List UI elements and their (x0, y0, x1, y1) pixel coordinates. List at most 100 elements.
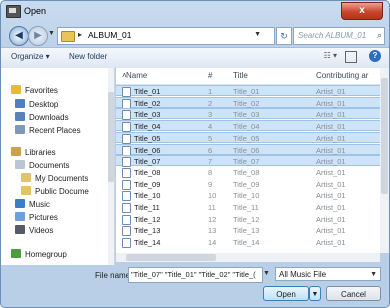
nav-item[interactable]: Desktop (15, 99, 58, 111)
file-name-input[interactable]: "Title_07" "Title_01" "Title_02" "Title_… (128, 267, 263, 283)
forward-arrow-icon: ▶ (34, 30, 42, 41)
column-artist[interactable]: Contributing ar (316, 71, 368, 80)
nav-item-icon (15, 99, 25, 108)
nav-item-label: Downloads (29, 113, 69, 122)
help-icon[interactable]: ? (369, 50, 381, 62)
file-row[interactable]: Title_08 8 Title_08 Artist_01 (116, 167, 380, 178)
nav-item-icon (15, 225, 25, 234)
file-row[interactable]: Title_11 11 Title_11 Artist_01 (116, 202, 380, 213)
open-dropdown-button[interactable]: ▼ (309, 286, 321, 301)
nav-item[interactable]: Public Docume (21, 186, 89, 198)
view-options-icon[interactable]: ☷ ▾ (324, 51, 337, 60)
address-bar[interactable]: ▸ ALBUM_01 ▼ (57, 27, 275, 45)
file-row[interactable]: Title_06 6 Title_06 Artist_01 (116, 143, 380, 156)
file-list-hscrollbar[interactable] (116, 253, 380, 262)
new-folder-button[interactable]: New folder (69, 52, 107, 61)
artist-cell: Artist_01 (316, 238, 346, 248)
scroll-thumb[interactable] (381, 78, 388, 194)
close-button[interactable]: x (341, 2, 383, 20)
file-row[interactable]: Title_05 5 Title_05 Artist_01 (116, 131, 380, 144)
file-name-cell: Title_06 (134, 145, 161, 155)
back-button[interactable]: ◀ (9, 26, 29, 46)
file-row[interactable]: Title_13 13 Title_13 Artist_01 (116, 225, 380, 237)
nav-item-icon (21, 186, 31, 195)
nav-item[interactable]: Pictures (15, 212, 58, 224)
file-row[interactable]: Title_04 4 Title_04 Artist_01 (116, 120, 380, 133)
path-separator-icon[interactable]: ▸ (78, 30, 82, 39)
nav-item[interactable]: Music (15, 199, 50, 211)
file-name-cell: Title_08 (134, 167, 161, 177)
artist-cell: Artist_01 (316, 122, 346, 132)
file-row[interactable]: Title_10 10 Title_10 Artist_01 (116, 190, 380, 202)
music-file-icon (122, 122, 131, 133)
file-name-cell: Title_10 (134, 191, 161, 201)
file-row[interactable]: Title_03 3 Title_03 Artist_01 (116, 108, 380, 121)
file-type-select[interactable]: All Music File ▼ (275, 267, 381, 281)
open-button[interactable]: Open (263, 286, 309, 301)
scroll-thumb[interactable] (126, 254, 216, 261)
nav-item[interactable]: My Documents (21, 173, 88, 185)
history-dropdown-icon[interactable]: ▼ (48, 30, 55, 37)
cancel-button[interactable]: Cancel (326, 286, 381, 301)
navigation-scrollbar[interactable] (108, 68, 114, 265)
back-arrow-icon: ◀ (15, 30, 23, 41)
file-row[interactable]: Title_14 14 Title_14 Artist_01 (116, 237, 380, 249)
nav-item[interactable]: Favorites (11, 85, 58, 97)
artist-cell: Artist_01 (316, 133, 346, 143)
nav-item-icon (11, 85, 21, 94)
file-row[interactable]: Title_09 9 Title_09 Artist_01 (116, 179, 380, 190)
forward-button[interactable]: ▶ (28, 26, 48, 46)
file-name-cell: Title_07 (134, 157, 161, 167)
title-cell: Title_14 (233, 238, 260, 248)
nav-item-label: Homegroup (25, 250, 67, 259)
organize-button[interactable]: Organize ▾ (11, 52, 50, 61)
track-number-cell: 13 (208, 226, 217, 236)
file-row[interactable]: Title_07 7 Title_07 Artist_01 (116, 155, 380, 168)
address-dropdown-icon[interactable]: ▼ (254, 31, 261, 38)
track-number-cell: 1 (208, 87, 213, 96)
nav-item-icon (21, 173, 31, 182)
search-box[interactable]: Search ALBUM_01 ⌕ (293, 27, 385, 45)
nav-item-icon (11, 249, 21, 258)
file-row[interactable]: Title_01 1 Title_01 Artist_01 (116, 85, 380, 97)
file-row[interactable]: Title_12 12 Title_12 Artist_01 (116, 214, 380, 225)
nav-item-label: Favorites (25, 86, 58, 95)
title-cell: Title_07 (233, 157, 260, 167)
music-file-icon (122, 179, 131, 190)
column-name[interactable]: Name (126, 71, 147, 80)
refresh-button[interactable]: ↻ (276, 27, 292, 45)
file-name-dropdown-icon[interactable]: ▼ (263, 267, 271, 281)
title-cell: Title_12 (233, 214, 260, 224)
nav-item[interactable]: Recent Places (15, 125, 81, 137)
title-cell: Title_13 (233, 226, 260, 236)
column-number[interactable]: # (208, 71, 212, 80)
file-list-scrollbar[interactable] (380, 68, 389, 253)
track-number-cell: 11 (208, 203, 216, 212)
track-number-cell: 4 (208, 122, 213, 132)
nav-item-label: Desktop (29, 100, 59, 109)
search-input[interactable]: Search ALBUM_01 (298, 31, 366, 40)
music-file-icon (122, 214, 131, 225)
nav-item[interactable]: Homegroup (11, 249, 67, 261)
nav-item-label: Libraries (25, 148, 56, 157)
title-cell: Title_04 (233, 122, 260, 132)
nav-item[interactable]: Videos (15, 225, 53, 237)
column-header-row: ˄ Name # Title Contributing ar (116, 68, 380, 85)
nav-item[interactable]: Documents (15, 160, 69, 172)
address-path[interactable]: ALBUM_01 (88, 30, 131, 40)
nav-item[interactable]: Downloads (15, 112, 69, 124)
file-row[interactable]: Title_02 2 Title_02 Artist_01 (116, 96, 380, 109)
music-file-icon (122, 98, 131, 109)
file-name-cell: Title_01 (134, 87, 161, 96)
scroll-thumb[interactable] (108, 92, 114, 182)
track-number-cell: 14 (208, 238, 217, 248)
search-icon[interactable]: ⌕ (377, 30, 382, 41)
title-cell: Title_08 (233, 167, 260, 177)
column-title[interactable]: Title (233, 71, 248, 80)
file-name-cell: Title_13 (134, 226, 161, 236)
file-name-cell: Title_04 (134, 122, 161, 132)
nav-item[interactable]: Libraries (11, 147, 56, 159)
preview-pane-icon[interactable] (345, 51, 357, 63)
title-cell: Title_05 (233, 133, 260, 143)
window-icon (6, 5, 21, 18)
